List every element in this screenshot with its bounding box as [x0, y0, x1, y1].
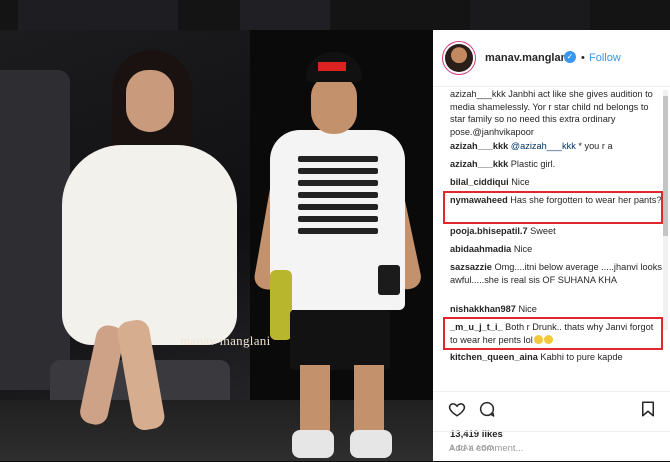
- comment-input[interactable]: [447, 438, 646, 458]
- comment-username[interactable]: kitchen_queen_aina: [450, 352, 538, 362]
- comment-text: Nice: [508, 177, 530, 187]
- shirt-print-image: [298, 150, 378, 260]
- comment-text: Nice: [511, 244, 533, 254]
- cap-logo-image: [318, 62, 346, 71]
- comments-list[interactable]: azizah___kkk Janbhi act like she gives a…: [433, 86, 670, 391]
- heart-icon[interactable]: [448, 400, 466, 418]
- man-shoe-image: [350, 430, 392, 458]
- man-face-image: [311, 76, 357, 134]
- comment-text: Plastic girl.: [508, 159, 556, 169]
- verified-badge-icon: ✓: [564, 51, 576, 63]
- post-side-panel: manav.manglani ✓ • Follow azizah___kkk J…: [433, 30, 670, 461]
- man-shorts-image: [290, 310, 390, 370]
- comment-text: Nice: [515, 304, 537, 314]
- comment-username[interactable]: abidaahmadia: [450, 244, 511, 254]
- comment-mention[interactable]: @azizah___kkk: [511, 141, 576, 151]
- cup-image: [378, 265, 400, 295]
- man-leg-image: [354, 365, 384, 435]
- comment-text: azizah___kkk Janbhi act like she gives a…: [450, 89, 653, 137]
- bookmark-icon[interactable]: [639, 400, 657, 418]
- comment-username[interactable]: azizah___kkk: [450, 141, 508, 151]
- comment-item: abidaahmadia Nice: [450, 243, 662, 256]
- woman-dress-image: [62, 145, 237, 345]
- background-photo-fragment: [240, 0, 330, 30]
- comment-item: sazsazzie Omg....itni below average ....…: [450, 261, 662, 286]
- separator-dot: •: [581, 52, 585, 64]
- comment-item: bilal_ciddiqui Nice: [450, 176, 662, 189]
- comments-scrollbar-thumb[interactable]: [663, 96, 668, 236]
- comment-item: kitchen_queen_aina Kabhi to pure kapde: [450, 351, 662, 364]
- highlight-box: [443, 317, 663, 350]
- comment-username[interactable]: sazsazzie: [450, 262, 492, 272]
- comment-item: nishakkhan987 Nice: [450, 303, 662, 316]
- comment-icon[interactable]: [478, 400, 496, 418]
- woman-face-image: [126, 70, 174, 132]
- comment-item: pooja.bhisepatil.7 Sweet: [450, 225, 662, 238]
- comment-text: Kabhi to pure kapde: [537, 352, 623, 362]
- highlight-box: [443, 191, 663, 224]
- follow-button[interactable]: Follow: [589, 52, 621, 64]
- comment-username[interactable]: pooja.bhisepatil.7: [450, 226, 528, 236]
- username-link[interactable]: manav.manglani: [485, 52, 570, 64]
- background-photo-fragment: [470, 0, 590, 30]
- comment-username[interactable]: bilal_ciddiqui: [450, 177, 509, 187]
- post-photo[interactable]: manav manglani: [0, 30, 433, 461]
- comment-username[interactable]: nishakkhan987: [450, 304, 516, 314]
- comment-item: azizah___kkk Janbhi act like she gives a…: [450, 88, 662, 138]
- bottle-image: [270, 270, 292, 340]
- comment-text: * you r a: [575, 141, 613, 151]
- comment-text: Sweet: [527, 226, 556, 236]
- comment-item: azizah___kkk Plastic girl.: [450, 158, 662, 171]
- photo-watermark: manav manglani: [180, 333, 271, 348]
- car-door-image: [0, 70, 70, 390]
- background-photo-fragment: [18, 0, 178, 30]
- man-shoe-image: [292, 430, 334, 458]
- post-header: manav.manglani ✓ • Follow: [433, 30, 670, 87]
- comment-username[interactable]: azizah___kkk: [450, 159, 508, 169]
- avatar[interactable]: [445, 44, 473, 72]
- man-leg-image: [300, 365, 330, 435]
- top-background-strip: [0, 0, 670, 30]
- comment-item: azizah___kkk @azizah___kkk * you r a: [450, 140, 662, 153]
- add-comment-bar: [433, 431, 670, 462]
